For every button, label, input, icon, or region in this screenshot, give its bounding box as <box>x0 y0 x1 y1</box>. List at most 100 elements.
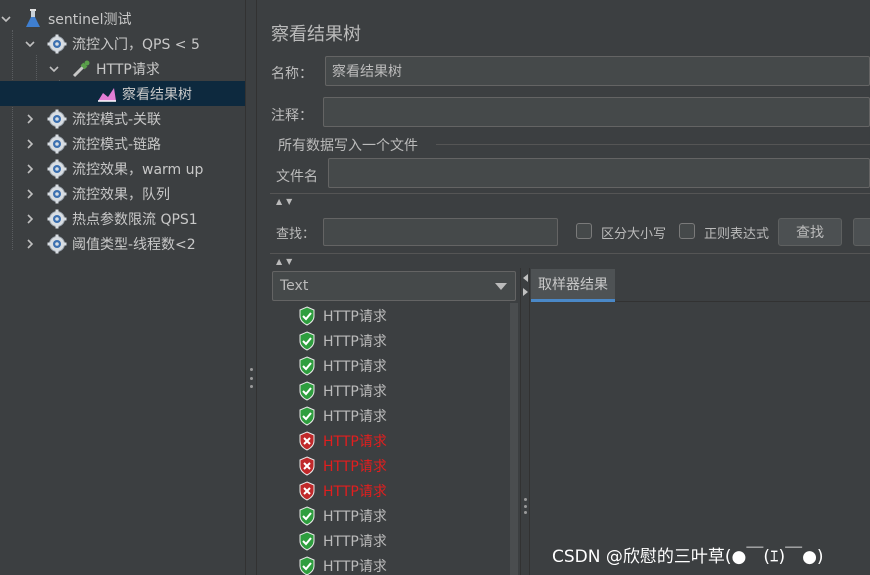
success-shield-icon <box>297 355 317 376</box>
gear-icon <box>46 208 68 230</box>
sample-result-list: HTTP请求 HTTP请求 HTTP请求 HTTP请求 HTTP请求 HTTP请求 HTTP… <box>272 303 512 575</box>
result-row-label: HTTP请求 <box>323 508 387 525</box>
result-row-label: HTTP请求 <box>323 383 387 400</box>
collapse-toggle[interactable]: ▲ ▼ <box>270 257 870 267</box>
find-button[interactable]: 查找 <box>778 218 842 246</box>
tree-item-thread-group[interactable]: 阈值类型-线程数<2 <box>0 231 245 256</box>
result-row[interactable]: HTTP请求 <box>272 428 512 453</box>
chevron-right-icon[interactable] <box>24 188 36 200</box>
result-row-label: HTTP请求 <box>323 408 387 425</box>
gear-icon <box>46 158 68 180</box>
result-tabs: 取样器结果 <box>531 269 870 302</box>
tree-item-label: sentinel测试 <box>48 11 132 28</box>
tree-item-label: 流控效果，队列 <box>72 186 170 203</box>
tree-item-thread-group[interactable]: 流控模式-关联 <box>0 106 245 131</box>
watermark: CSDN @欣慰的三叶草(●￣(ｴ)￣●) <box>552 547 824 567</box>
comment-label: 注释： <box>271 108 313 124</box>
result-row[interactable]: HTTP请求 <box>272 453 512 478</box>
success-shield-icon <box>297 530 317 551</box>
chart-icon <box>96 83 118 105</box>
tree-item-thread-group[interactable]: 流控入门，QPS < 5 <box>0 31 245 56</box>
error-shield-icon <box>297 455 317 476</box>
search-input[interactable] <box>323 218 558 246</box>
renderer-select[interactable]: Text <box>272 271 516 301</box>
result-row[interactable]: HTTP请求 <box>272 553 512 575</box>
result-row[interactable]: HTTP请求 <box>272 503 512 528</box>
success-shield-icon <box>297 305 317 326</box>
triangle-left-icon[interactable] <box>523 274 528 282</box>
triangle-down-icon[interactable]: ▼ <box>286 258 292 266</box>
result-row[interactable]: HTTP请求 <box>272 478 512 503</box>
tree-item-test-plan[interactable]: sentinel测试 <box>0 6 245 31</box>
chevron-right-icon[interactable] <box>24 113 36 125</box>
main-splitter[interactable] <box>245 0 257 575</box>
result-row-label: HTTP请求 <box>323 308 387 325</box>
triangle-up-icon[interactable]: ▲ <box>276 258 282 266</box>
tree-item-label: HTTP请求 <box>96 61 160 78</box>
case-sensitive-label: 区分大小写 <box>601 227 667 242</box>
chevron-right-icon[interactable] <box>24 213 36 225</box>
result-row[interactable]: HTTP请求 <box>272 378 512 403</box>
success-shield-icon <box>297 330 317 351</box>
gear-icon <box>46 233 68 255</box>
drag-handle-icon[interactable] <box>524 498 527 514</box>
view-results-tree-panel: 察看结果树 名称： 察看结果树 注释： 所有数据写入一个文件 文件名 ▲ ▼ 查… <box>258 0 870 575</box>
result-row[interactable]: HTTP请求 <box>272 303 512 328</box>
result-row-label: HTTP请求 <box>323 433 387 450</box>
triangle-up-icon[interactable]: ▲ <box>276 198 282 206</box>
result-row[interactable]: HTTP请求 <box>272 403 512 428</box>
error-shield-icon <box>297 480 317 501</box>
pipette-icon <box>70 58 92 80</box>
error-shield-icon <box>297 430 317 451</box>
triangle-down-icon[interactable]: ▼ <box>286 198 292 206</box>
gear-icon <box>46 108 68 130</box>
tree-item-thread-group[interactable]: 流控效果，队列 <box>0 181 245 206</box>
chevron-down-icon[interactable] <box>48 63 60 75</box>
result-row[interactable]: HTTP请求 <box>272 353 512 378</box>
result-row-label: HTTP请求 <box>323 558 387 575</box>
triangle-right-icon[interactable] <box>523 288 528 296</box>
tree-item-label: 热点参数限流 QPS1 <box>72 211 198 228</box>
search-label: 查找： <box>276 227 316 242</box>
flask-icon <box>22 8 44 30</box>
tree-item-thread-group[interactable]: 流控效果，warm up <box>0 156 245 181</box>
chevron-right-icon[interactable] <box>24 163 36 175</box>
chevron-right-icon[interactable] <box>24 238 36 250</box>
result-row-label: HTTP请求 <box>323 483 387 500</box>
tree-item-label: 流控效果，warm up <box>72 161 204 178</box>
result-row-label: HTTP请求 <box>323 333 387 350</box>
drag-handle-icon[interactable] <box>249 368 253 388</box>
name-field[interactable]: 察看结果树 <box>325 56 870 86</box>
chevron-down-icon[interactable] <box>0 13 12 25</box>
tree-item-label: 阈值类型-线程数<2 <box>72 236 196 253</box>
tree-item-label: 察看结果树 <box>122 86 192 103</box>
result-row[interactable]: HTTP请求 <box>272 528 512 553</box>
page-title: 察看结果树 <box>271 24 361 45</box>
section-divider <box>270 193 870 194</box>
result-row[interactable]: HTTP请求 <box>272 328 512 353</box>
tree-item-label: 流控入门，QPS < 5 <box>72 36 200 53</box>
tree-item-thread-group[interactable]: 热点参数限流 QPS1 <box>0 206 245 231</box>
gear-icon <box>46 33 68 55</box>
chevron-down-icon[interactable] <box>24 38 36 50</box>
chevron-down-icon[interactable] <box>495 283 507 290</box>
vertical-scrollbar[interactable] <box>510 303 518 575</box>
reset-button[interactable] <box>853 218 870 246</box>
gear-icon <box>46 183 68 205</box>
tree-item-http-request[interactable]: HTTP请求 <box>0 56 245 81</box>
success-shield-icon <box>297 555 317 575</box>
tree-item-thread-group[interactable]: 流控模式-链路 <box>0 131 245 156</box>
tree-item-view-results-tree[interactable]: 察看结果树 <box>0 81 245 106</box>
case-sensitive-checkbox[interactable] <box>576 223 592 239</box>
success-shield-icon <box>297 405 317 426</box>
gear-icon <box>46 133 68 155</box>
collapse-toggle[interactable]: ▲ ▼ <box>270 197 870 207</box>
results-splitter[interactable] <box>520 268 530 575</box>
filename-field[interactable] <box>328 158 870 188</box>
filename-label: 文件名 <box>276 169 318 185</box>
chevron-right-icon[interactable] <box>24 138 36 150</box>
regex-checkbox[interactable] <box>679 223 695 239</box>
comment-field[interactable] <box>323 97 870 127</box>
tab-sampler-result[interactable]: 取样器结果 <box>531 269 615 302</box>
renderer-select-value: Text <box>280 278 309 294</box>
